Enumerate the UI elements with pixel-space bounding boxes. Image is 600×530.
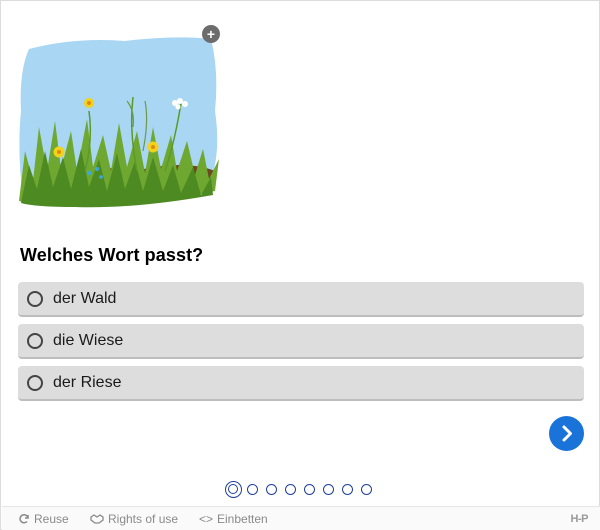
answer-option[interactable]: der Wald	[18, 282, 584, 317]
radio-button[interactable]	[27, 291, 43, 307]
reuse-label: Reuse	[34, 512, 69, 526]
answer-label: der Wald	[53, 290, 117, 307]
reuse-button[interactable]: Reuse	[18, 512, 69, 526]
progress-dot[interactable]	[361, 483, 372, 495]
progress-dots	[225, 480, 380, 498]
progress-dot[interactable]	[304, 483, 315, 495]
answer-option[interactable]: die Wiese	[18, 324, 584, 359]
handshake-icon	[90, 514, 104, 524]
embed-button[interactable]: <> Einbetten	[199, 512, 268, 526]
plus-icon: +	[206, 26, 216, 42]
reuse-icon	[19, 514, 29, 524]
embed-label: Einbetten	[217, 512, 268, 526]
progress-dot[interactable]	[323, 483, 334, 495]
answer-label: der Riese	[53, 374, 122, 391]
progress-dot[interactable]	[247, 483, 258, 495]
answer-label: die Wiese	[53, 332, 124, 349]
rights-of-use-button[interactable]: Rights of use	[90, 512, 178, 526]
progress-dot[interactable]	[266, 483, 277, 495]
answer-option[interactable]: der Riese	[18, 366, 584, 401]
code-icon: <>	[199, 512, 214, 526]
chevron-right-icon	[562, 425, 572, 442]
answer-list: der Wald die Wiese der Riese	[18, 282, 584, 408]
h5p-logo[interactable]: H-P	[571, 513, 589, 525]
rights-label: Rights of use	[108, 512, 179, 526]
progress-dot[interactable]	[285, 483, 296, 495]
radio-button[interactable]	[27, 333, 43, 349]
question-text: Welches Wort passt?	[20, 245, 204, 265]
next-question-button[interactable]	[549, 416, 584, 451]
radio-button[interactable]	[27, 375, 43, 391]
h5p-content-frame: + Welches Wort passt? der Wald die Wiese…	[0, 0, 600, 530]
h5p-actions-bar: Reuse Rights of use <> Einbetten H-P	[2, 506, 600, 530]
progress-dot[interactable]	[342, 483, 353, 495]
question-image	[15, 31, 225, 211]
progress-dot-current[interactable]	[225, 480, 242, 498]
expand-image-button[interactable]: +	[202, 25, 220, 43]
meadow-illustration	[19, 37, 219, 208]
